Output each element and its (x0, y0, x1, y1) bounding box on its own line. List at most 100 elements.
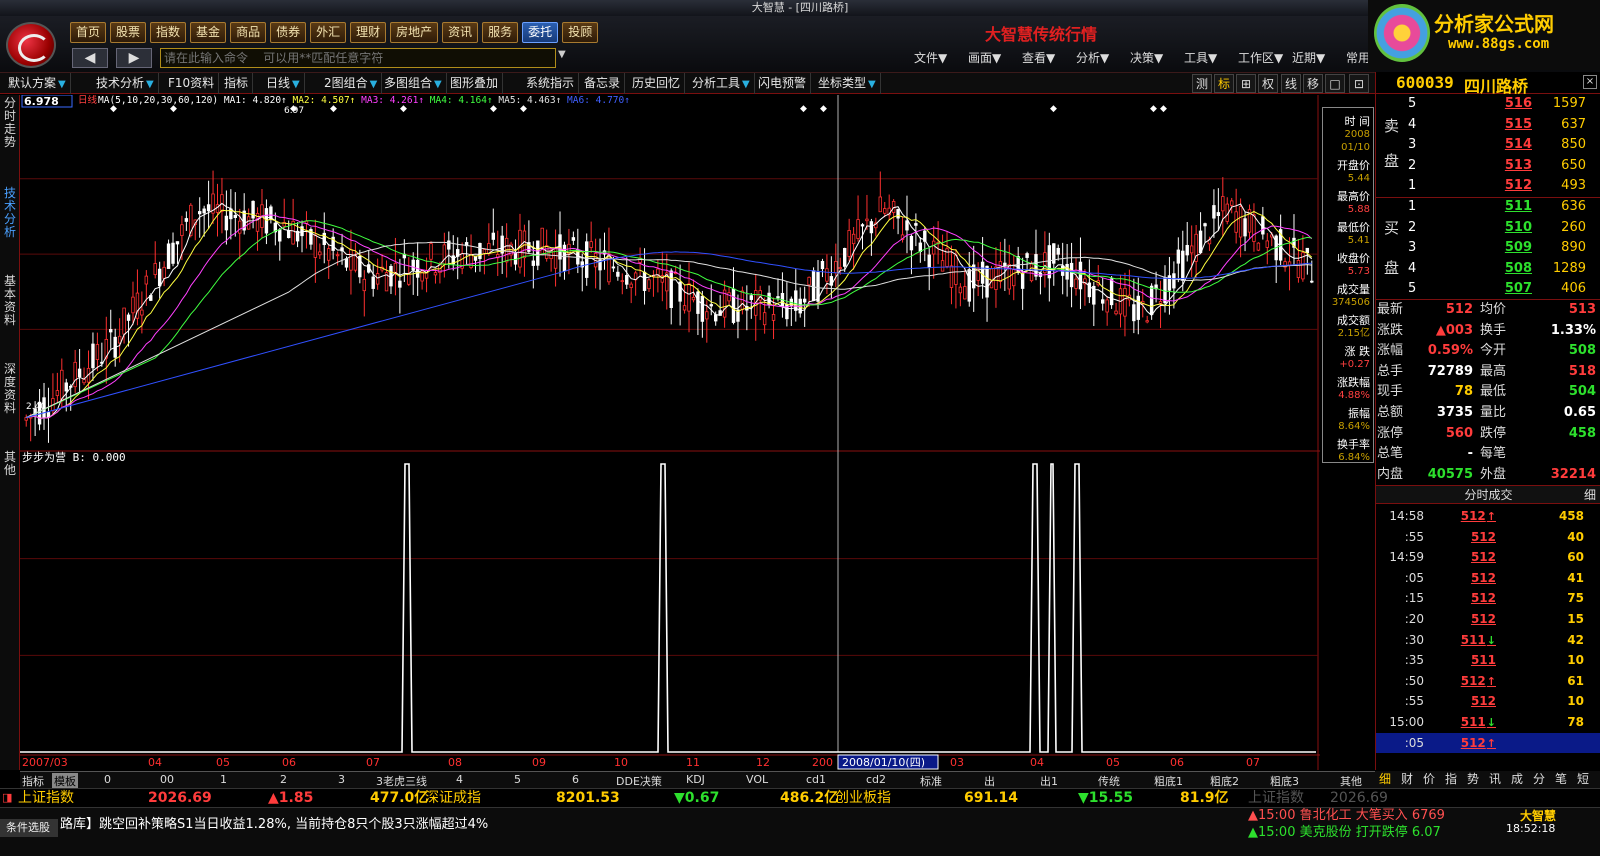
buy-row[interactable]: 4 508 1289 (1376, 259, 1600, 279)
indicator-tab[interactable]: 00 (160, 773, 174, 786)
toolbar-item[interactable]: 2图组合 ▼ (320, 73, 383, 94)
panel-tab[interactable]: 笔 (1555, 771, 1567, 787)
sell-row[interactable]: 1 512 493 (1376, 176, 1600, 196)
toolbar-right-button[interactable]: 标 (1214, 74, 1234, 93)
dropdown-icon[interactable]: ▼ (868, 79, 876, 90)
nav-button[interactable]: 股票 (110, 22, 147, 43)
panel-tab[interactable]: 指 (1445, 771, 1457, 787)
menu-item[interactable]: 文件▼ (914, 49, 968, 66)
nav-button[interactable]: 商品 (230, 22, 267, 43)
left-tab[interactable]: 技术分析 (2, 187, 18, 239)
toolbar-right-button[interactable]: 权 (1258, 74, 1278, 93)
toolbar-item[interactable]: 闪电预警 (754, 73, 812, 94)
alert-icon[interactable]: ◨ (2, 789, 12, 807)
sell-row[interactable]: 4 515 637 (1376, 115, 1600, 135)
menu-item[interactable]: 查看▼ (1022, 49, 1076, 66)
indicator-tab[interactable]: 4 (456, 773, 463, 786)
menu-item[interactable]: 决策▼ (1130, 49, 1184, 66)
toolbar-item[interactable]: 分析工具 ▼ (688, 73, 755, 94)
indicator-tab[interactable]: VOL (746, 773, 768, 786)
indicator-tab[interactable]: KDJ (686, 773, 705, 786)
app-logo-icon[interactable] (6, 22, 56, 68)
panel-tab[interactable]: 财 (1401, 771, 1413, 787)
indicator-tab[interactable]: cd1 (806, 773, 826, 786)
panel-tab[interactable]: 分 (1533, 771, 1545, 787)
indicator-tab[interactable]: 出 (984, 773, 995, 789)
menu-item[interactable]: 近期▼ (1292, 49, 1346, 66)
tick-row[interactable]: 14:59 512 60 (1376, 547, 1600, 567)
toolbar-item[interactable]: 技术分析 ▼ (92, 73, 159, 94)
panel-tab[interactable]: 细 (1379, 771, 1391, 787)
panel-tab[interactable]: 价 (1423, 771, 1435, 787)
dropdown-icon[interactable]: ▼ (292, 79, 300, 90)
tick-row[interactable]: :50 512↑ 61 (1376, 671, 1600, 691)
command-input[interactable] (160, 48, 556, 68)
indicator-tab[interactable]: 2 (280, 773, 287, 786)
toolbar-item[interactable]: 日线 ▼ (262, 73, 305, 94)
panel-tab[interactable]: 短 (1577, 771, 1589, 787)
news-message[interactable]: 路库】跳空回补策略S1当日收益1.28%, 当前持仓8只个股3只涨幅超过4% (60, 813, 488, 832)
indicator-tab[interactable]: 传统 (1098, 773, 1120, 789)
dropdown-icon[interactable]: ▼ (434, 79, 442, 90)
nav-button[interactable]: 服务 (482, 22, 519, 43)
toolbar-item[interactable]: 坐标类型 ▼ (814, 73, 881, 94)
toolbar-item[interactable]: 备忘录 (580, 73, 626, 94)
panel-tab[interactable]: 成 (1511, 771, 1523, 787)
buy-row[interactable]: 2 510 260 (1376, 218, 1600, 238)
tick-row[interactable]: :05 512 41 (1376, 568, 1600, 588)
tick-row[interactable]: :15 512 75 (1376, 588, 1600, 608)
dropdown-icon[interactable]: ▼ (146, 79, 154, 90)
indicator-tab[interactable]: DDE决策 (616, 773, 662, 789)
condition-select-button[interactable]: 条件选股 (0, 819, 58, 837)
index-name[interactable]: 深证成指 (425, 789, 481, 807)
dropdown-icon[interactable]: ▼ (370, 79, 378, 90)
nav-button[interactable]: 基金 (190, 22, 227, 43)
tick-row[interactable]: :05 512↑ (1376, 732, 1600, 753)
sell-row[interactable]: 5 516 1597 (1376, 94, 1600, 114)
toolbar-item[interactable]: 指标 (220, 73, 254, 94)
chart-canvas[interactable]: 日线 MA(5,10,20,30,60,120) MA1: 4.820↑ MA2… (20, 95, 1320, 770)
indicator-tab[interactable]: 指标 (22, 773, 44, 789)
indicator-tab[interactable]: 5 (514, 773, 521, 786)
dropdown-icon[interactable]: ▼ (742, 79, 750, 90)
toolbar-item[interactable]: 图形叠加 (446, 73, 504, 94)
indicator-tab[interactable]: 粗底1 (1154, 773, 1183, 789)
forward-button[interactable]: ▶ (116, 48, 152, 68)
left-tab[interactable]: 分时走势 (2, 97, 18, 149)
command-dropdown-icon[interactable]: ▼ (558, 49, 566, 60)
indicator-tab[interactable]: 模板 (52, 773, 78, 789)
toolbar-right-button[interactable]: □ (1325, 74, 1345, 93)
sell-row[interactable]: 3 514 850 (1376, 135, 1600, 155)
nav-button[interactable]: 外汇 (310, 22, 347, 43)
nav-button[interactable]: 资讯 (442, 22, 479, 43)
indicator-tab[interactable]: 3老虎三线 (376, 773, 427, 789)
toolbar-right-button[interactable]: ⊡ (1349, 74, 1369, 93)
menu-item[interactable]: 分析▼ (1076, 49, 1130, 66)
toolbar-right-button[interactable]: 线 (1281, 74, 1301, 93)
tick-row[interactable]: :55 512 40 (1376, 527, 1600, 547)
buy-row[interactable]: 3 509 890 (1376, 238, 1600, 258)
nav-button[interactable]: 房地产 (390, 22, 439, 43)
indicator-tab[interactable]: 粗底3 (1270, 773, 1299, 789)
panel-tab[interactable]: 讯 (1489, 771, 1501, 787)
menu-item[interactable]: 画面▼ (968, 49, 1022, 66)
menu-item[interactable]: 工作区▼ (1238, 49, 1292, 66)
close-panel-icon[interactable]: × (1583, 75, 1597, 89)
toolbar-item[interactable]: F10资料 (164, 73, 220, 94)
indicator-tab[interactable]: 6 (572, 773, 579, 786)
indicator-tab[interactable]: 1 (220, 773, 227, 786)
nav-button[interactable]: 债券 (270, 22, 307, 43)
left-tab[interactable]: 其他 (2, 451, 18, 477)
indicator-tab[interactable]: 标准 (920, 773, 942, 789)
toolbar-right-button[interactable]: ⊞ (1236, 74, 1256, 93)
nav-button[interactable]: 指数 (150, 22, 187, 43)
toolbar-item[interactable]: 历史回忆 (628, 73, 686, 94)
buy-row[interactable]: 5 507 406 (1376, 279, 1600, 299)
alert-item[interactable]: ▲15:00 美克股份 打开跌停 6.07 (1248, 824, 1445, 841)
toolbar-right-button[interactable]: 移 (1303, 74, 1323, 93)
indicator-tab[interactable]: 其他 (1340, 773, 1362, 789)
kline-chart-area[interactable]: 日线 MA(5,10,20,30,60,120) MA1: 4.820↑ MA2… (20, 95, 1320, 770)
indicator-tab[interactable]: 出1 (1040, 773, 1058, 789)
indicator-tab[interactable]: 3 (338, 773, 345, 786)
toolbar-item[interactable]: 默认方案 ▼ (4, 73, 71, 94)
